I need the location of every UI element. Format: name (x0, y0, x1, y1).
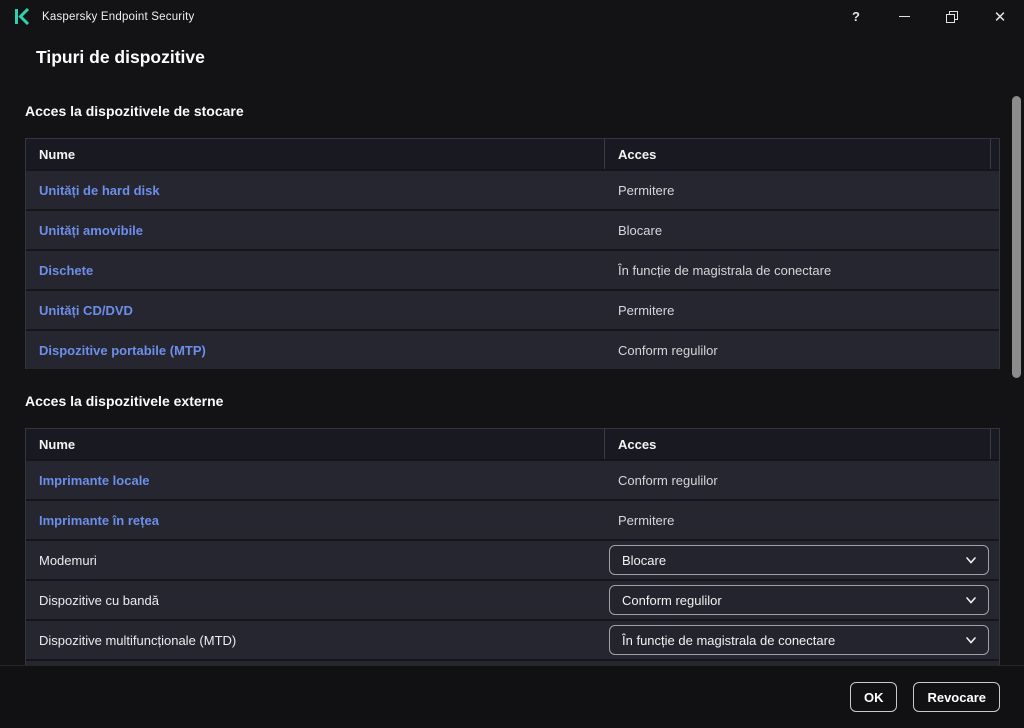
table-row: Unități de hard disk Permitere (26, 169, 999, 209)
device-link-portable-mtp[interactable]: Dispozitive portabile (MTP) (39, 343, 206, 358)
titlebar: Kaspersky Endpoint Security ? ✕ (0, 0, 1024, 33)
chevron-down-icon (966, 557, 976, 564)
access-dropdown-tape[interactable]: Conform regulilor (609, 585, 989, 615)
access-value: Conform regulilor (618, 472, 718, 488)
scrollbar-thumb[interactable] (1012, 96, 1021, 378)
table-row: Modemuri Blocare (26, 539, 999, 579)
device-link-network-printers[interactable]: Imprimante în rețea (39, 513, 159, 528)
table-row: Dispozitive portabile (MTP) Conform regu… (26, 329, 999, 369)
restore-button[interactable] (928, 0, 976, 33)
device-link-local-printers[interactable]: Imprimante locale (39, 473, 150, 488)
close-button[interactable]: ✕ (976, 0, 1024, 33)
column-header-nume: Nume (39, 436, 76, 452)
cancel-button[interactable]: Revocare (913, 682, 1000, 712)
device-link-removable[interactable]: Unități amovibile (39, 223, 143, 238)
dropdown-selected-value: Conform regulilor (622, 592, 722, 608)
chevron-down-icon (966, 597, 976, 604)
storage-devices-table: Nume Acces Unități de hard disk Permiter… (25, 138, 1000, 369)
column-header-acces: Acces (604, 429, 990, 459)
section-heading-external: Acces la dispozitivele externe (25, 393, 224, 409)
section-heading-storage: Acces la dispozitivele de stocare (25, 103, 244, 119)
access-value: Conform regulilor (618, 342, 718, 358)
table-header-row: Nume Acces (26, 139, 999, 169)
minimize-button[interactable] (880, 0, 928, 33)
device-name-multifunction-mtd: Dispozitive multifuncționale (MTD) (39, 632, 237, 648)
device-link-floppy[interactable]: Dischete (39, 263, 93, 278)
table-row: Dischete În funcție de magistrala de con… (26, 249, 999, 289)
column-header-acces: Acces (604, 139, 990, 169)
dropdown-selected-value: Blocare (622, 552, 667, 568)
access-dropdown-multifunction[interactable]: În funcție de magistrala de conectare (609, 625, 989, 655)
footer-bar: OK Revocare (0, 665, 1024, 728)
table-row: Imprimante locale Conform regulilor (26, 459, 999, 499)
content-area: Acces la dispozitivele de stocare Nume A… (25, 103, 1000, 666)
restore-icon (946, 10, 958, 23)
minimize-icon (898, 15, 910, 18)
external-devices-table: Nume Acces Imprimante locale Conform reg… (25, 428, 1000, 666)
window-controls: ? ✕ (832, 0, 1024, 33)
window-title: Kaspersky Endpoint Security (42, 10, 195, 23)
access-value: Permitere (618, 182, 675, 198)
page-title: Tipuri de dispozitive (36, 47, 205, 67)
device-name-tape: Dispozitive cu bandă (39, 592, 159, 608)
ok-button[interactable]: OK (849, 682, 898, 712)
column-header-nume: Nume (39, 146, 76, 162)
chevron-down-icon (966, 637, 976, 644)
table-row: Dispozitive cu bandă Conform regulilor (26, 579, 999, 619)
table-header-row: Nume Acces (26, 429, 999, 459)
device-link-hard-disk[interactable]: Unități de hard disk (39, 183, 160, 198)
access-value: Permitere (618, 302, 675, 318)
table-row: Unități CD/DVD Permitere (26, 289, 999, 329)
scrollbar[interactable] (1000, 33, 1024, 665)
device-name-modems: Modemuri (39, 552, 97, 568)
table-row: Unități amovibile Blocare (26, 209, 999, 249)
access-value: În funcție de magistrala de conectare (618, 262, 832, 278)
dropdown-selected-value: În funcție de magistrala de conectare (622, 632, 836, 648)
access-dropdown-modems[interactable]: Blocare (609, 545, 989, 575)
kaspersky-logo-icon (14, 8, 32, 25)
table-row: Dispozitive multifuncționale (MTD) În fu… (26, 619, 999, 659)
table-row: Imprimante în rețea Permitere (26, 499, 999, 539)
help-button[interactable]: ? (832, 0, 880, 33)
access-value: Blocare (618, 222, 663, 238)
device-link-cd-dvd[interactable]: Unități CD/DVD (39, 303, 133, 318)
access-value: Permitere (618, 512, 675, 528)
